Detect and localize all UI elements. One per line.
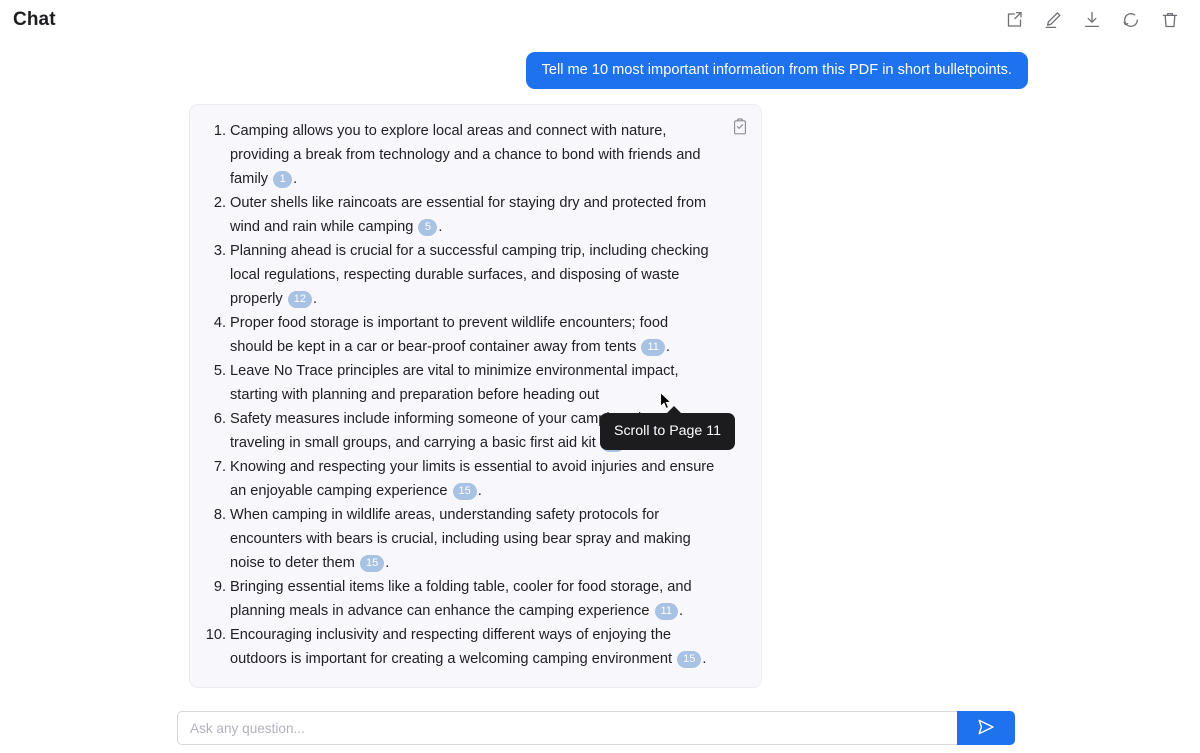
citation-badge[interactable]: 11: [654, 603, 678, 620]
citation-badge[interactable]: 15: [452, 483, 477, 500]
answer-item-list: Camping allows you to explore local area…: [204, 119, 743, 671]
citation-badge[interactable]: 5: [418, 219, 438, 236]
answer-item-text: Camping allows you to explore local area…: [230, 123, 701, 187]
page-title: Chat: [13, 9, 56, 30]
chat-header: Chat: [0, 0, 1200, 40]
citation-tooltip: Scroll to Page 11: [600, 405, 735, 451]
send-button[interactable]: [957, 711, 1015, 745]
answer-item-text: Encouraging inclusivity and respecting d…: [230, 627, 673, 667]
answer-item-text-tail: .: [385, 555, 390, 571]
question-input[interactable]: [177, 711, 957, 745]
tooltip-label: Scroll to Page 11: [614, 423, 721, 439]
answer-item: Outer shells like raincoats are essentia…: [204, 191, 715, 239]
refresh-icon[interactable]: [1120, 9, 1142, 31]
header-actions: [1003, 9, 1186, 31]
answer-item-text-tail: .: [678, 603, 683, 619]
clipboard-check-icon[interactable]: [731, 118, 749, 136]
user-message-bubble: Tell me 10 most important information fr…: [525, 52, 1028, 90]
answer-item: When camping in wildlife areas, understa…: [204, 503, 715, 575]
answer-item: Proper food storage is important to prev…: [204, 311, 715, 359]
chat-app: Chat Tell me 10 most important informati…: [0, 0, 1200, 753]
answer-item-text: Outer shells like raincoats are essentia…: [230, 195, 707, 235]
answer-item-text-tail: .: [313, 291, 318, 307]
user-message-row: Tell me 10 most important information fr…: [0, 52, 1200, 90]
answer-item-text-tail: .: [477, 483, 482, 499]
answer-item-text-tail: .: [293, 171, 298, 187]
chat-messages: Tell me 10 most important information fr…: [0, 40, 1200, 700]
answer-item-text-tail: .: [438, 219, 443, 235]
answer-item: Camping allows you to explore local area…: [204, 119, 715, 191]
citation-badge[interactable]: 15: [677, 651, 702, 668]
message-composer: [177, 711, 1015, 745]
assistant-answer-card: Camping allows you to explore local area…: [189, 104, 762, 688]
answer-item: Planning ahead is crucial for a successf…: [204, 239, 715, 311]
answer-item-text: Proper food storage is important to prev…: [230, 315, 669, 355]
answer-item-text: Bringing essential items like a folding …: [230, 579, 692, 619]
answer-item: Leave No Trace principles are vital to m…: [204, 359, 715, 407]
citation-badge[interactable]: 11: [641, 339, 665, 356]
answer-item: Encouraging inclusivity and respecting d…: [204, 623, 715, 671]
edit-icon[interactable]: [1042, 9, 1064, 31]
answer-item-text: When camping in wildlife areas, understa…: [230, 507, 691, 571]
answer-item-text: Leave No Trace principles are vital to m…: [230, 363, 679, 403]
citation-badge[interactable]: 15: [360, 555, 385, 572]
answer-item-text-tail: .: [702, 651, 707, 667]
citation-badge[interactable]: 1: [273, 171, 293, 188]
trash-icon[interactable]: [1159, 9, 1181, 31]
answer-item: Bringing essential items like a folding …: [204, 575, 715, 623]
answer-item: Knowing and respecting your limits is es…: [204, 455, 715, 503]
answer-item-text-tail: .: [665, 339, 670, 355]
citation-badge[interactable]: 12: [287, 291, 313, 308]
share-icon[interactable]: [1003, 9, 1025, 31]
download-icon[interactable]: [1081, 9, 1103, 31]
send-paper-plane-icon: [976, 717, 996, 740]
